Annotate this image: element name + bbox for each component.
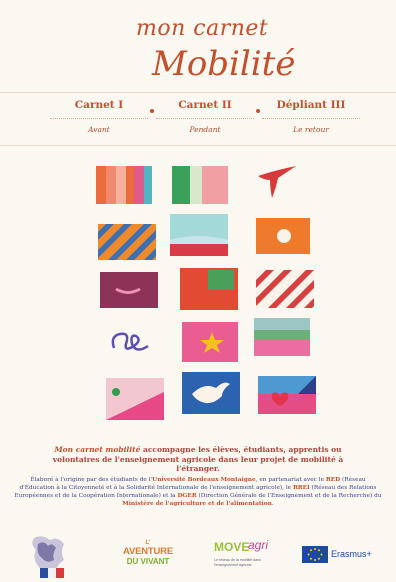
blue-bird-flag-illustration[interactable] xyxy=(182,372,240,414)
credits-part-5: (Direction Générale de l'Enseignement et… xyxy=(196,493,382,499)
credits-part-1: Élaboré à l'origine par des étudiants de… xyxy=(30,477,153,483)
intro-paragraph: Mon carnet mobilité accompagne les élève… xyxy=(40,445,356,474)
credits-university: Université Bordeaux Montaigne xyxy=(152,477,256,483)
nav-carnet-2-sub: Pendant xyxy=(189,125,221,134)
moveagri-agri: agri xyxy=(248,538,269,552)
navy-pink-heart-flag-illustration[interactable] xyxy=(258,376,316,414)
erasmus-label: Erasmus+ xyxy=(331,549,372,559)
credits-rrei: RREI xyxy=(292,485,310,491)
maroon-smile-illustration[interactable] xyxy=(100,272,158,308)
green-dot-pink-flag-illustration[interactable] xyxy=(106,378,164,420)
partner-logos: L' AVENTURE DU VIVANT MOVE agri Le résea… xyxy=(0,528,396,582)
pink-star-flag-illustration[interactable] xyxy=(182,322,238,362)
aventure-du-vivant-logo[interactable]: L' AVENTURE DU VIVANT xyxy=(118,540,178,570)
nav-carnet-2-label: Carnet II xyxy=(156,99,254,119)
nav-carnet-1[interactable]: Carnet I Avant xyxy=(50,99,148,134)
title-mobilite: Mobilité xyxy=(152,44,296,84)
nav-carnet-1-sub: Avant xyxy=(88,125,110,134)
nav-separator xyxy=(256,109,260,113)
intro-highlight: Mon carnet mobilité xyxy=(54,445,141,454)
diagonal-stripes-illustration[interactable] xyxy=(98,224,156,260)
erasmus-logo[interactable]: Erasmus+ xyxy=(302,546,378,564)
orange-circle-flag-illustration[interactable] xyxy=(256,218,310,254)
credits-red: RED xyxy=(325,477,341,483)
ministry-logo[interactable] xyxy=(28,534,70,580)
multicolor-flag-illustration[interactable] xyxy=(254,318,310,356)
striped-flag-illustration[interactable] xyxy=(96,166,152,204)
aventure-line-2: AVENTURE xyxy=(123,546,173,557)
carnet-navigation: Carnet I Avant Carnet II Pendant Déplian… xyxy=(0,92,396,146)
credits-ministry: Ministère de l'agriculture et de l'alime… xyxy=(122,501,272,507)
nav-depliant-3[interactable]: Dépliant III Le retour xyxy=(262,99,360,134)
moveagri-move: MOVE xyxy=(214,540,250,554)
moveagri-logo[interactable]: MOVE agri Le réseau de la mobilité dans … xyxy=(214,538,284,572)
nav-depliant-3-label: Dépliant III xyxy=(262,99,360,119)
nav-carnet-2[interactable]: Carnet II Pendant xyxy=(156,99,254,134)
red-plane-illustration[interactable] xyxy=(256,162,300,202)
red-green-flag-illustration[interactable] xyxy=(180,268,238,310)
teal-red-flag-illustration[interactable] xyxy=(170,214,228,256)
eu-flag-icon xyxy=(302,546,328,563)
credits-part-6: . xyxy=(271,501,274,507)
title-mon-carnet: mon carnet xyxy=(136,16,269,41)
moveagri-subtitle: Le réseau de la mobilité dans l'enseigne… xyxy=(214,558,261,567)
red-white-stripes-illustration[interactable] xyxy=(256,270,314,308)
purple-scribble-illustration[interactable] xyxy=(106,326,154,358)
credits-paragraph: Élaboré à l'origine par des étudiants de… xyxy=(14,476,382,508)
site-title[interactable]: mon carnet Mobilité xyxy=(0,8,396,92)
nav-separator xyxy=(150,109,154,113)
nav-carnet-1-label: Carnet I xyxy=(50,99,148,119)
illustration-grid xyxy=(0,150,396,430)
credits-dger: DGER xyxy=(177,493,197,499)
aventure-line-3: DU VIVANT xyxy=(126,557,170,566)
nav-depliant-3-sub: Le retour xyxy=(293,125,329,134)
credits-part-2: , en partenariat avec le xyxy=(255,477,326,483)
green-pink-flag-illustration[interactable] xyxy=(172,166,228,204)
